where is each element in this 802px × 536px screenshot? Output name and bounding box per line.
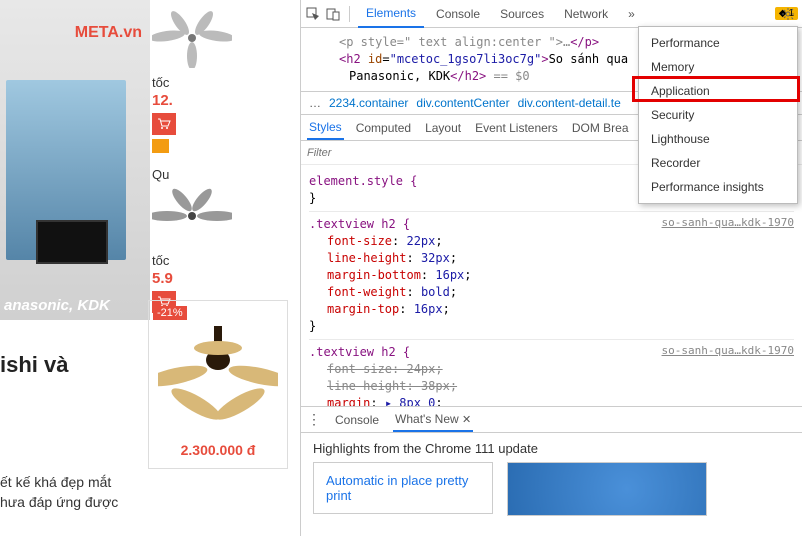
product-title: Qu [152,167,292,182]
tab-console[interactable]: Console [428,1,488,27]
menu-item-memory[interactable]: Memory [639,55,797,79]
whatsnew-content: Highlights from the Chrome 111 update Au… [301,433,802,524]
product-price: 5.9 [152,270,292,287]
css-val: 16px [414,302,443,316]
product-price: 12. [152,92,292,109]
menu-item-performance-insights[interactable]: Performance insights [639,175,797,199]
menu-item-recorder[interactable]: Recorder [639,151,797,175]
css-val: 38px [421,379,450,393]
banner-tv-graphic [36,220,108,264]
inspect-element-icon[interactable] [305,6,321,22]
css-val: 32px [421,251,450,265]
featured-price: 2.300.000 đ [153,442,283,458]
css-rule-block[interactable]: so-sanh-qua…kdk-1970 .textview h2 { font… [309,212,794,340]
css-selector: .textview h2 { [309,345,410,359]
dom-selected-marker: == $0 [486,69,529,83]
menu-item-performance[interactable]: Performance [639,31,797,55]
devtools-drawer: ⋮ Console What's New ✕ Highlights from t… [301,406,802,536]
menu-item-security[interactable]: Security [639,103,797,127]
cart-icon [157,118,171,130]
dom-h2-open: <h2 [339,52,368,66]
fan-icon [152,186,232,246]
tab-computed[interactable]: Computed [354,117,413,139]
whatsnew-card[interactable]: Automatic in place pretty print [313,462,493,514]
tab-sources[interactable]: Sources [492,1,552,27]
dom-text: Panasonic, KDK [349,69,450,83]
css-source-link[interactable]: so-sanh-qua…kdk-1970 [662,342,794,359]
css-prop: margin-top [327,302,399,316]
tabs-overflow-menu: Performance Memory Application Security … [638,26,798,204]
site-logo: META.vn [75,24,142,42]
breadcrumb-item[interactable]: div.content-detail.te [518,96,621,110]
fan-icon [152,8,232,68]
css-prop: font-size [327,234,392,248]
dom-prev-line: <p style=" text align:center ">… [339,35,570,49]
menu-item-lighthouse[interactable]: Lighthouse [639,127,797,151]
css-prop: font-size [327,362,392,376]
article-headline: ishi và [0,352,68,378]
dom-text: So sánh qua [549,52,628,66]
breadcrumb-item[interactable]: … [309,96,321,110]
menu-item-application[interactable]: Application [639,79,797,103]
banner-room-graphic [6,80,126,260]
css-source-link[interactable]: so-sanh-qua…kdk-1970 [662,214,794,231]
product-subtitle: tốc [152,253,292,268]
ceiling-fan-icon [158,326,278,436]
tab-styles[interactable]: Styles [307,116,344,140]
styles-filter-input[interactable] [307,147,407,159]
product-item[interactable]: tốc 12. [152,0,292,163]
discount-badge: -21% [153,306,187,320]
separator [349,6,350,22]
settings-icon[interactable] [780,6,796,22]
product-item[interactable]: Qu tốc 5.9 [152,163,292,323]
para-line: ết kế khá đẹp mắt [0,474,111,490]
breadcrumb-item[interactable]: div.contentCenter [416,96,509,110]
tab-event-listeners[interactable]: Event Listeners [473,117,560,139]
close-icon[interactable]: ✕ [462,414,471,426]
css-prop: font-weight [327,285,406,299]
drawer-tab-console[interactable]: Console [333,409,381,431]
product-list: tốc 12. Qu tốc 5.9 [152,0,292,323]
dom-attr-val: mcetoc_1gso7li3oc7g [397,52,534,66]
para-line: hưa đáp ứng được [0,494,118,510]
css-prop: line-height [327,251,406,265]
devtools-panel: Elements Console Sources Network » ◆ 1 <… [300,0,802,536]
add-to-cart-button[interactable] [152,113,176,135]
product-title: tốc [152,75,292,90]
devtools-tabbar: Elements Console Sources Network » ◆ 1 [301,0,802,28]
css-val: 22px [406,234,435,248]
css-selector: .textview h2 { [309,217,410,231]
css-val: bold [421,285,450,299]
product-badge [152,139,169,153]
whatsnew-graphic [507,462,707,516]
device-toolbar-icon[interactable] [325,6,341,22]
dom-close-tag: </p> [570,35,599,49]
tab-elements[interactable]: Elements [358,0,424,28]
tab-network[interactable]: Network [556,1,616,27]
featured-product[interactable]: -21% 2.300.000 đ [148,300,288,469]
dom-attr-name: id [368,52,382,66]
drawer-tab-whatsnew[interactable]: What's New ✕ [393,408,473,432]
drawer-tab-label: What's New [395,412,459,426]
css-prop: line-height [327,379,406,393]
css-val: 16px [435,268,464,282]
whatsnew-title: Highlights from the Chrome 111 update [313,441,790,456]
css-prop: margin-bottom [327,268,421,282]
article-paragraph: ết kế khá đẹp mắt hưa đáp ứng được [0,472,140,512]
tab-layout[interactable]: Layout [423,117,463,139]
tab-dom-breakpoints[interactable]: DOM Brea [570,117,631,139]
tab-overflow-button[interactable]: » [620,1,643,27]
css-selector: element.style { [309,174,417,188]
drawer-tabbar: ⋮ Console What's New ✕ [301,407,802,433]
breadcrumb-item[interactable]: 2234.container [329,96,408,110]
page-banner: META.vn anasonic, KDK [0,0,150,320]
css-val: 24px [406,362,435,376]
drawer-menu-icon[interactable]: ⋮ [307,411,321,428]
banner-subtitle: anasonic, KDK [4,297,110,314]
